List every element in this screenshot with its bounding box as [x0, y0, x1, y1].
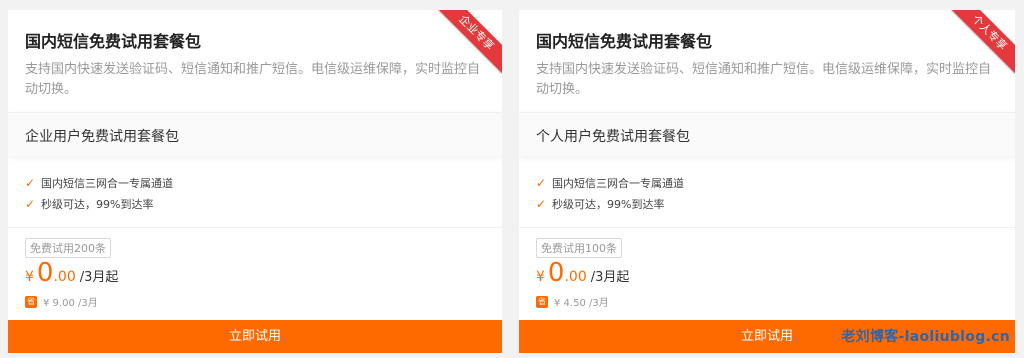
price-integer: 0 — [36, 258, 54, 288]
price-decimal: .00 — [53, 269, 76, 285]
feature-text: 国内短信三网合一专属通道 — [41, 176, 173, 190]
feature-item: ✓ 秒级可达，99%到达率 — [25, 193, 173, 214]
price-currency: ¥ — [25, 269, 34, 285]
card-title: 国内短信免费试用套餐包 — [536, 32, 713, 51]
package-name: 企业用户免费试用套餐包 — [25, 129, 179, 145]
check-icon: ✓ — [536, 175, 547, 190]
feature-item: ✓ 国内短信三网合一专属通道 — [536, 172, 684, 193]
feature-text: 秒级可达，99%到达率 — [41, 197, 154, 211]
price-decimal: .00 — [564, 269, 587, 285]
feature-item: ✓ 国内短信三网合一专属通道 — [25, 172, 173, 193]
feature-list: ✓ 国内短信三网合一专属通道 ✓ 秒级可达，99%到达率 — [536, 172, 684, 214]
discount-tag-icon: 省 — [536, 295, 548, 308]
trial-badge: 免费试用200条 — [25, 238, 111, 258]
card-title: 国内短信免费试用套餐包 — [25, 32, 202, 51]
card-header: 国内短信免费试用套餐包 支持国内快速发送验证码、短信通知和推广短信。电信级运维保… — [8, 10, 502, 110]
corner-ribbon: 企业专享 — [438, 10, 502, 74]
feature-item: ✓ 秒级可达，99%到达率 — [536, 193, 684, 214]
divider — [8, 227, 502, 228]
original-price-text: ¥ 4.50 /3月 — [554, 298, 609, 309]
check-icon: ✓ — [536, 196, 547, 211]
package-card-enterprise: 国内短信免费试用套餐包 支持国内快速发送验证码、短信通知和推广短信。电信级运维保… — [8, 10, 502, 353]
package-name-bar: 企业用户免费试用套餐包 — [8, 112, 502, 156]
check-icon: ✓ — [25, 175, 36, 190]
package-card-personal: 国内短信免费试用套餐包 支持国内快速发送验证码、短信通知和推广短信。电信级运维保… — [519, 10, 1015, 353]
original-price: 省 ¥ 9.00 /3月 — [25, 294, 98, 309]
price: ¥ 0 .00 /3月起 — [25, 258, 118, 288]
trial-badge: 免费试用100条 — [536, 238, 622, 258]
card-description: 支持国内快速发送验证码、短信通知和推广短信。电信级运维保障，实时监控自动切换。 — [536, 62, 992, 97]
try-now-button[interactable]: 立即试用 — [8, 320, 502, 353]
feature-text: 国内短信三网合一专属通道 — [552, 176, 684, 190]
price-period: /3月起 — [79, 270, 119, 285]
original-price-text: ¥ 9.00 /3月 — [43, 298, 98, 309]
divider — [519, 227, 1015, 228]
ribbon-label: 企业专享 — [438, 10, 502, 74]
card-description: 支持国内快速发送验证码、短信通知和推广短信。电信级运维保障，实时监控自动切换。 — [25, 62, 481, 97]
card-header: 国内短信免费试用套餐包 支持国内快速发送验证码、短信通知和推广短信。电信级运维保… — [519, 10, 1015, 110]
price-period: /3月起 — [590, 270, 630, 285]
check-icon: ✓ — [25, 196, 36, 211]
ribbon-label: 个人专享 — [951, 10, 1015, 74]
blog-watermark: 老刘博客-laoliublog.cn — [841, 329, 1010, 345]
package-name: 个人用户免费试用套餐包 — [536, 129, 690, 145]
price: ¥ 0 .00 /3月起 — [536, 258, 629, 288]
feature-text: 秒级可达，99%到达率 — [552, 197, 665, 211]
price-integer: 0 — [547, 258, 565, 288]
package-name-bar: 个人用户免费试用套餐包 — [519, 112, 1015, 156]
feature-list: ✓ 国内短信三网合一专属通道 ✓ 秒级可达，99%到达率 — [25, 172, 173, 214]
original-price: 省 ¥ 4.50 /3月 — [536, 294, 609, 309]
corner-ribbon: 个人专享 — [951, 10, 1015, 74]
price-currency: ¥ — [536, 269, 545, 285]
discount-tag-icon: 省 — [25, 295, 37, 308]
